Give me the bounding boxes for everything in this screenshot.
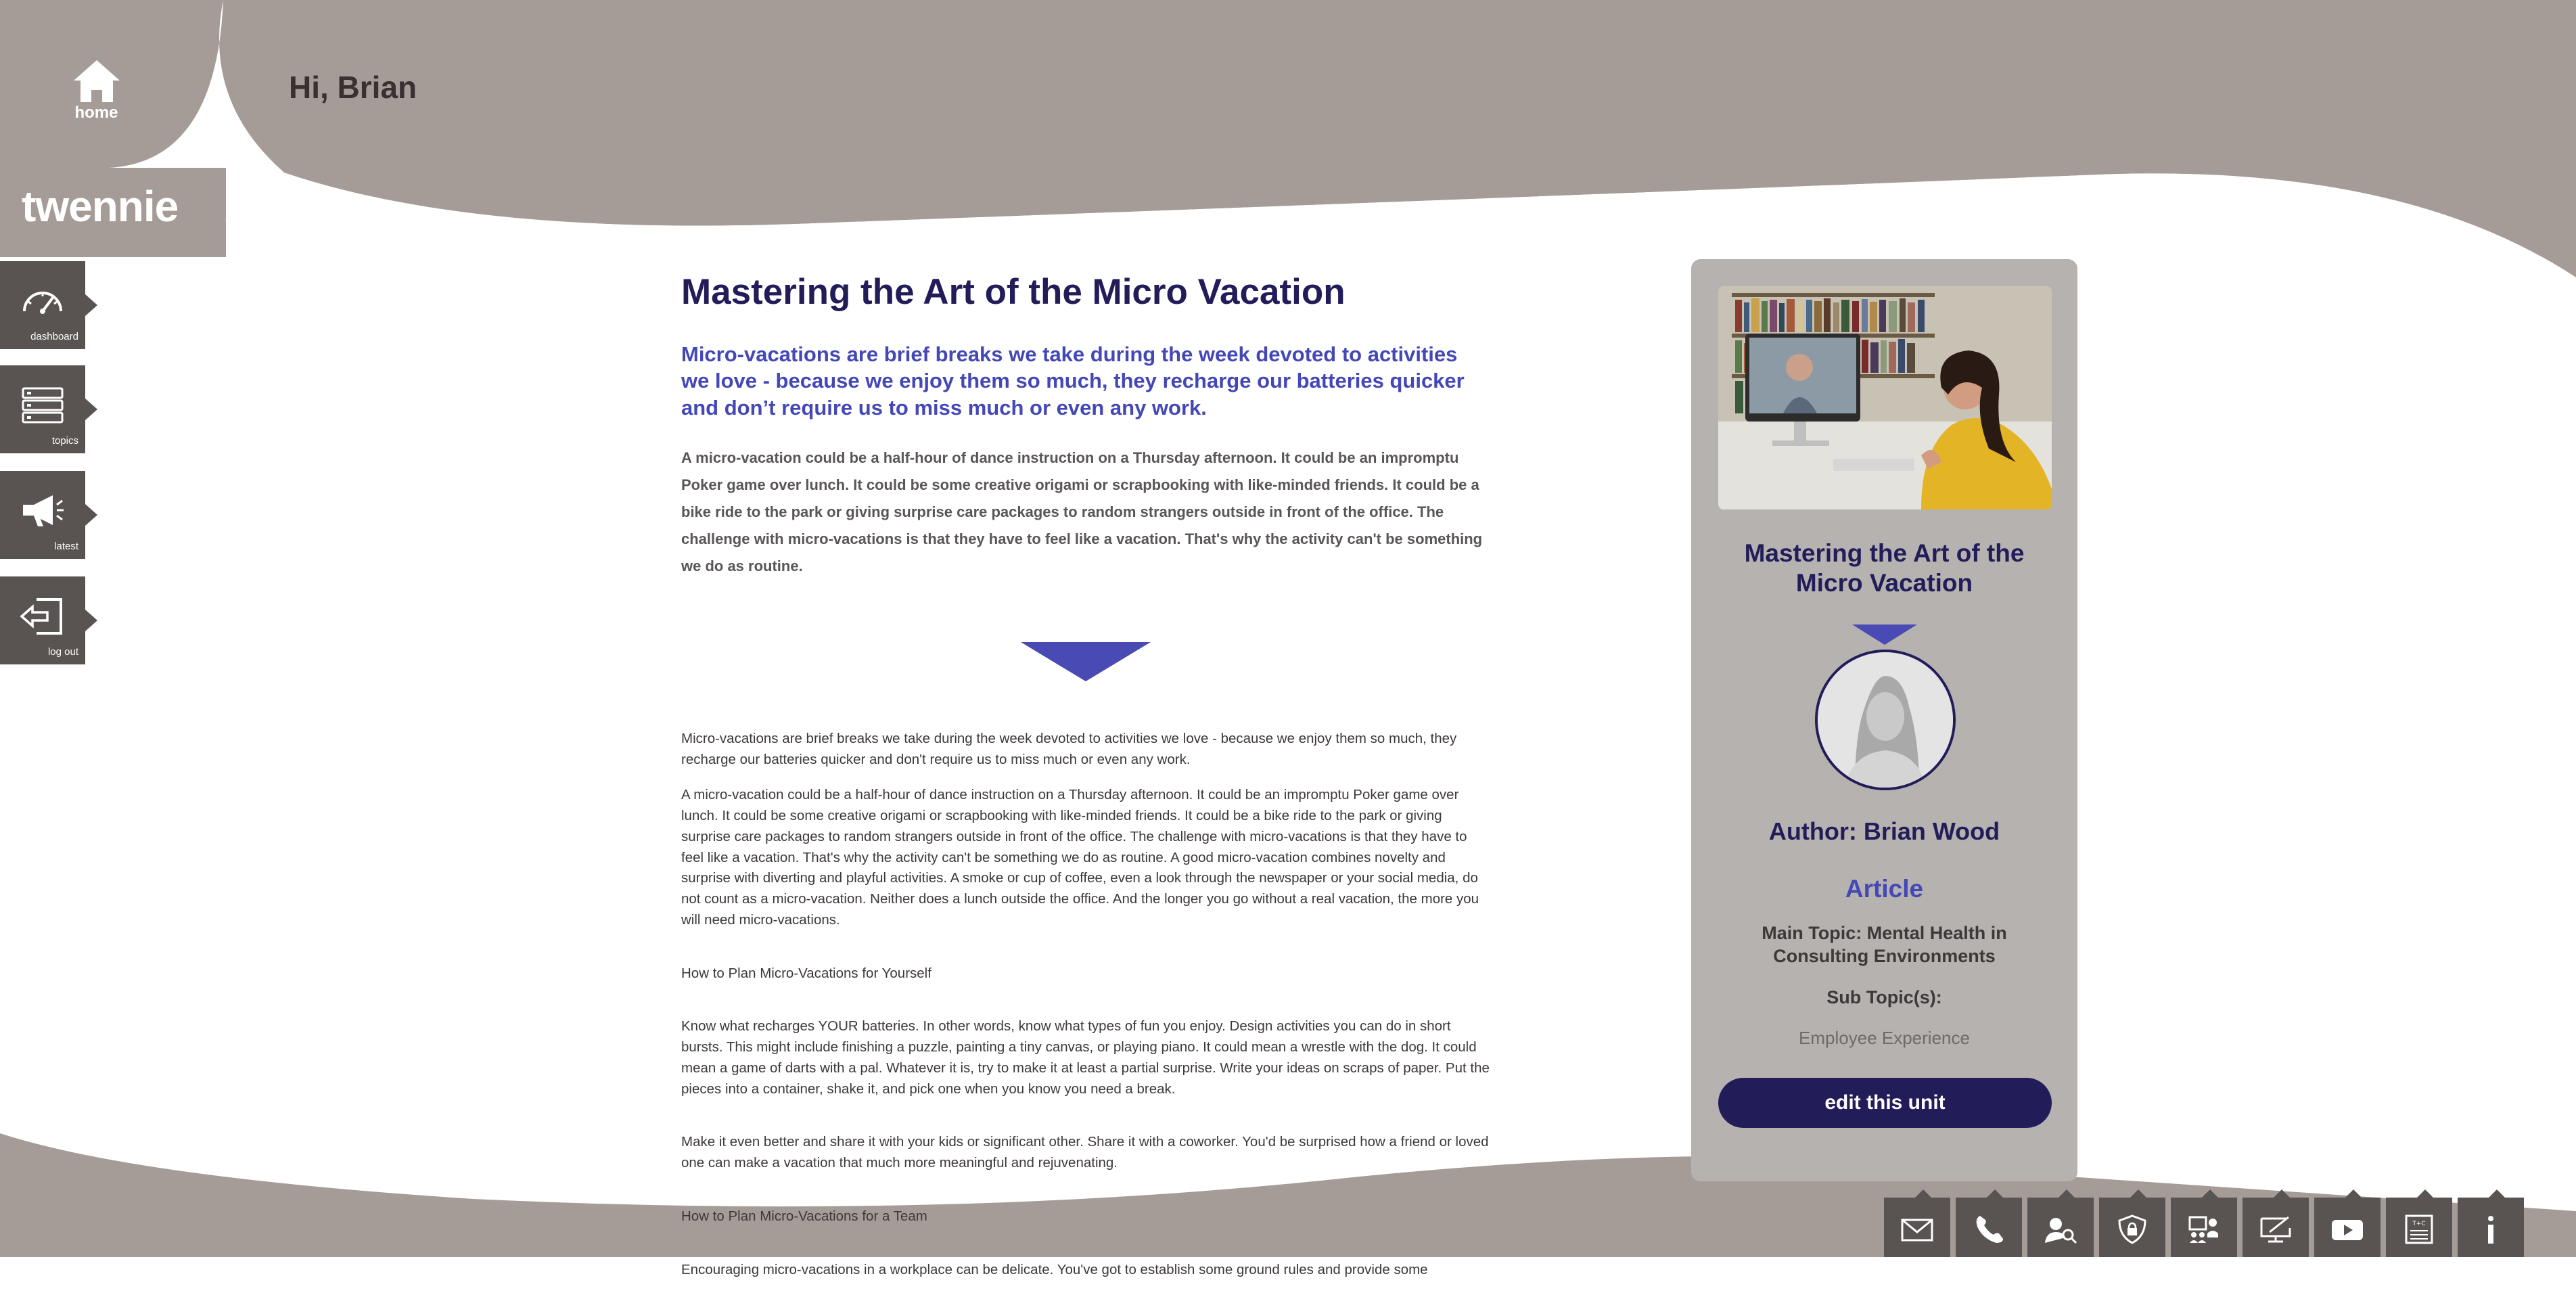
team-icon [2188, 1216, 2218, 1243]
terms-button[interactable]: T+C [2386, 1189, 2452, 1257]
home-button[interactable]: home [64, 58, 129, 122]
support-button[interactable] [2027, 1189, 2094, 1257]
avatar-placeholder-icon [1818, 652, 1953, 788]
sidebar-item-label: log out [47, 646, 78, 658]
article-title: Mastering the Art of the Micro Vacation [681, 272, 1346, 312]
server-icon [22, 387, 64, 424]
team-button[interactable] [2171, 1189, 2237, 1257]
card-triangle-icon [1852, 624, 1917, 645]
info-button[interactable] [2458, 1189, 2524, 1257]
megaphone-icon [23, 495, 64, 526]
body-paragraph: Encouraging micro-vacations in a workpla… [681, 1261, 1428, 1277]
logo[interactable]: twennie [22, 181, 179, 231]
privacy-button[interactable] [2099, 1189, 2165, 1257]
tab-arrow [85, 294, 97, 316]
body-paragraph: Know what recharges YOUR batteries. In o… [681, 1018, 1490, 1097]
card-subtopics-value: Employee Experience [1799, 1028, 1970, 1048]
sidebar-item-label: dashboard [30, 331, 78, 342]
card-subtopics-label: Sub Topic(s): [1826, 987, 1942, 1007]
speedometer-icon [23, 292, 62, 314]
body-heading: How to Plan Micro-Vacations for a Team [681, 1208, 927, 1224]
edit-unit-button[interactable]: edit this unit [1718, 1078, 2052, 1128]
sidebar-item-dashboard[interactable]: dashboard [0, 261, 97, 349]
body-paragraph: A micro-vacation could be a half-hour of… [681, 787, 1479, 928]
body-heading: How to Plan Micro-Vacations for Yourself [681, 965, 932, 981]
article-lead: A micro-vacation could be a half-hour of… [681, 449, 1483, 574]
article-image [1718, 286, 2052, 509]
video-icon [2332, 1220, 2363, 1240]
tab-arrow [85, 399, 97, 420]
mail-icon [1901, 1219, 1933, 1242]
monitor-button[interactable] [2242, 1189, 2309, 1257]
video-button[interactable] [2314, 1189, 2380, 1257]
mail-button[interactable] [1884, 1189, 1950, 1257]
phone-icon [1976, 1216, 2003, 1243]
support-icon [2045, 1218, 2077, 1244]
card-title: Mastering the Art of the Micro Vacation [1744, 539, 2025, 597]
card-author: Author: Brian Wood [1768, 817, 2000, 845]
sidebar-item-label: topics [51, 435, 78, 447]
sidebar-item-latest[interactable]: latest [0, 471, 97, 559]
body-paragraph: Make it even better and share it with yo… [681, 1134, 1489, 1171]
article: Mastering the Art of the Micro Vacation … [681, 271, 1490, 1295]
greeting: Hi, Brian [289, 70, 417, 105]
privacy-shield-icon [2118, 1214, 2146, 1244]
home-icon [73, 60, 120, 102]
card-unit-type: Article [1845, 875, 1924, 903]
tab-arrow [85, 504, 97, 526]
logout-icon [20, 598, 62, 635]
body-paragraph: Micro-vacations are brief breaks we take… [681, 730, 1457, 767]
phone-button[interactable] [1956, 1189, 2022, 1257]
sidebar-item-topics[interactable]: topics [0, 365, 97, 453]
home-label: home [74, 104, 118, 122]
terms-icon: T+C [2405, 1214, 2433, 1244]
info-icon [2488, 1216, 2493, 1244]
sidebar-item-label: latest [54, 541, 78, 552]
sidebar-item-log-out[interactable]: log out [0, 576, 97, 664]
tab-arrow [85, 610, 97, 631]
article-body: Micro-vacations are brief breaks we take… [681, 729, 1490, 1281]
expand-triangle-icon[interactable] [1020, 641, 1151, 681]
card-main-topic: Main Topic: Mental Health in Consulting … [1762, 923, 2007, 966]
terms-text: T+C [2412, 1221, 2425, 1227]
unit-info-card: Mastering the Art of the Micro Vacation … [1691, 259, 2077, 1181]
monitor-icon [2260, 1216, 2291, 1243]
avatar [1815, 650, 1956, 790]
article-subtitle: Micro-vacations are brief breaks we take… [681, 342, 1465, 419]
